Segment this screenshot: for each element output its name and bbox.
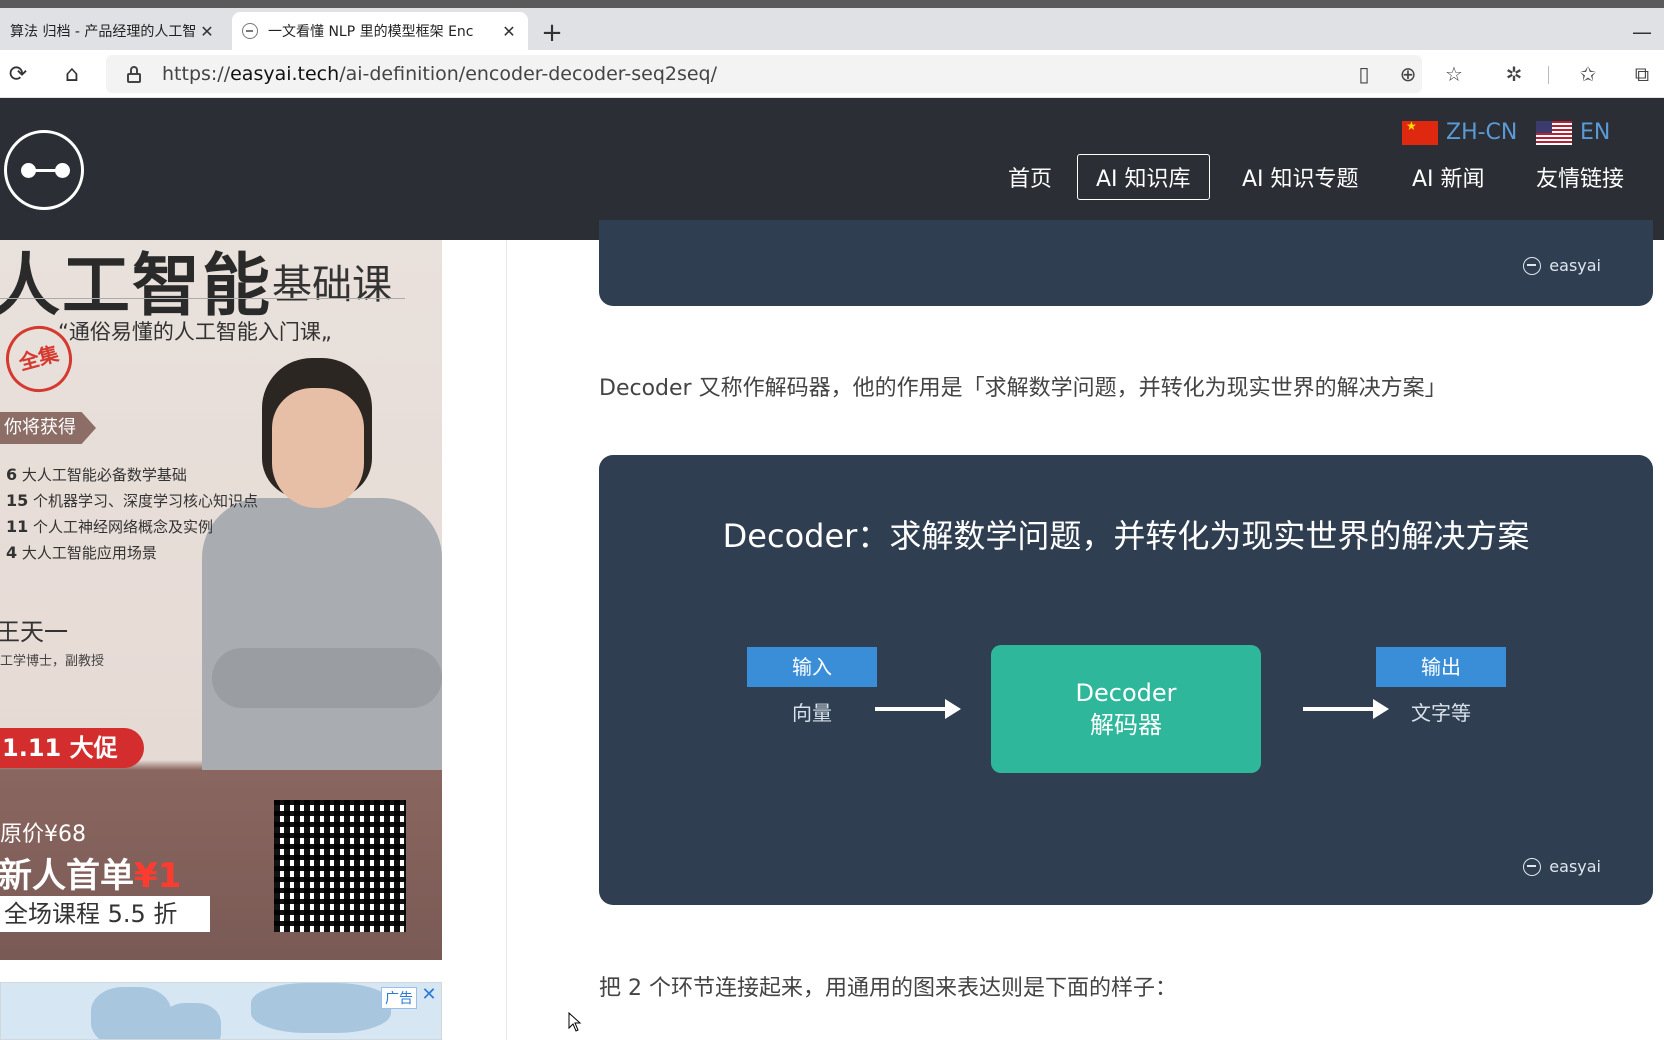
tab-title: 算法 归档 - 产品经理的人工智 [10,24,197,40]
article-paragraph: Decoder 又称作解码器，他的作用是「求解数学问题，并转化为现实世界的解决方… [599,376,1447,401]
input-sub: 向量 [792,701,832,725]
easyai-logo-icon [1523,857,1542,876]
url-host: easyai.tech [230,63,340,85]
diagram-panel-encoder: easyai [599,220,1653,306]
site-header: ZH-CN EN 首页 AI 知识库 AI 知识专题 AI 新闻 友情链接 [0,98,1664,240]
easyai-logo-icon [1523,256,1542,275]
lang-zh-label: ZH-CN [1446,120,1518,145]
url-text: https://easyai.tech/ai-definition/encode… [162,63,717,85]
list-item: 4 大人工智能应用场景 [6,543,157,562]
new-tab-icon[interactable]: + [538,20,566,48]
arrow-right-icon [875,699,961,719]
extension-icon[interactable]: ✲ [1500,60,1528,88]
diagram-panel-decoder: Decoder：求解数学问题，并转化为现实世界的解决方案 输入 向量 Decod… [599,455,1653,905]
tab-inactive[interactable]: 算法 归档 - 产品经理的人工智 ✕ [0,12,226,50]
nav-friend-links[interactable]: 友情链接 [1518,154,1642,200]
nav-ai-topics[interactable]: AI 知识专题 [1224,154,1377,200]
article-paragraph: 把 2 个环节连接起来，用通用的图来表达则是下面的样子： [599,976,1177,1001]
lang-zh-link[interactable]: ZH-CN [1402,120,1517,145]
list-item: 15 个机器学习、深度学习核心知识点 [6,491,259,510]
ad-promo-badge: 1.11 大促 [0,728,144,768]
list-item: 6 大人工智能必备数学基础 [6,465,187,484]
decoder-box-line2: 解码器 [1090,711,1162,739]
us-flag-icon [1536,120,1572,145]
zoom-icon[interactable]: ⊕ [1394,60,1422,88]
ad-gain-label: 你将获得 [0,412,96,444]
page-content: 人工智能 基础课 “通俗易懂的人工智能入门课„ 全集 你将获得 6 大人工智能必… [0,220,1664,1040]
logo-dot-right [55,163,70,178]
add-favorite-icon[interactable]: ☆ [1440,60,1468,88]
favorites-icon[interactable]: ✩ [1574,60,1602,88]
close-icon[interactable]: ✕ [198,22,216,41]
lang-en-link[interactable]: EN [1536,120,1610,145]
ad-subtitle: 基础课 [272,262,392,308]
ad-teacher-name: 王天一 [0,618,68,646]
ad-divider [0,298,405,299]
lang-en-label: EN [1580,120,1611,145]
collections-icon[interactable]: ⧉ [1628,60,1656,88]
ad-original-price: 原价¥68 [0,822,86,847]
watermark: easyai [1523,256,1601,275]
ad-benefit-list: 6 大人工智能必备数学基础 15 个机器学习、深度学习核心知识点 11 个人工神… [6,462,258,566]
easyai-favicon-icon [242,23,258,39]
toolbar-separator [1548,66,1549,84]
url-scheme: https:// [162,63,231,85]
output-label: 输出 [1376,647,1506,687]
list-item: 11 个人工神经网络概念及实例 [6,517,214,536]
output-sub: 文字等 [1411,701,1471,725]
watermark: easyai [1523,857,1601,876]
url-path: /ai-definition/encoder-decoder-seq2seq/ [339,63,718,85]
minimize-icon[interactable]: — [1632,20,1652,44]
ad-new-user-offer: 新人首单¥1 [0,856,182,896]
course-ad-banner[interactable]: 人工智能 基础课 “通俗易懂的人工智能入门课„ 全集 你将获得 6 大人工智能必… [0,240,442,960]
site-logo[interactable] [4,130,84,210]
lock-icon [126,66,142,83]
nav-home[interactable]: 首页 [990,154,1070,200]
map-ad-banner[interactable]: 广告 ✕ [0,982,442,1040]
tab-bar: 算法 归档 - 产品经理的人工智 ✕ 一文看懂 NLP 里的模型框架 Enc ✕… [0,8,1664,50]
china-flag-icon [1402,120,1438,145]
input-label: 输入 [747,647,877,687]
close-ad-icon[interactable]: ✕ [419,986,439,1006]
decoder-box: Decoder 解码器 [991,645,1261,773]
diagram-title: Decoder：求解数学问题，并转化为现实世界的解决方案 [722,517,1530,555]
ad-discount: 全场课程 5.5 折 [0,896,210,932]
url-field[interactable]: https://easyai.tech/ai-definition/encode… [106,55,1422,93]
reader-view-icon[interactable]: ▯ [1350,60,1378,88]
window-top-strip [0,0,1664,8]
tab-title: 一文看懂 NLP 里的模型框架 Enc [268,24,474,40]
tab-active[interactable]: 一文看懂 NLP 里的模型框架 Enc ✕ [232,12,528,50]
home-icon[interactable]: ⌂ [58,60,86,88]
ad-quote: “通俗易懂的人工智能入门课„ [58,320,332,344]
ad-tag: 广告 [381,987,417,1009]
ad-teacher-role: 工学博士，副教授 [0,654,105,669]
arrow-right-icon [1303,699,1389,719]
address-bar: ⟳ ⌂ https://easyai.tech/ai-definition/en… [0,50,1664,98]
sidebar-divider [506,240,507,1040]
qr-code-icon [274,800,406,932]
nav-ai-news[interactable]: AI 新闻 [1394,154,1503,200]
mouse-cursor-icon [568,1012,582,1032]
refresh-icon[interactable]: ⟳ [4,60,32,88]
nav-ai-knowledge[interactable]: AI 知识库 [1077,154,1210,200]
decoder-box-line1: Decoder [1075,679,1177,707]
close-icon[interactable]: ✕ [500,22,518,41]
